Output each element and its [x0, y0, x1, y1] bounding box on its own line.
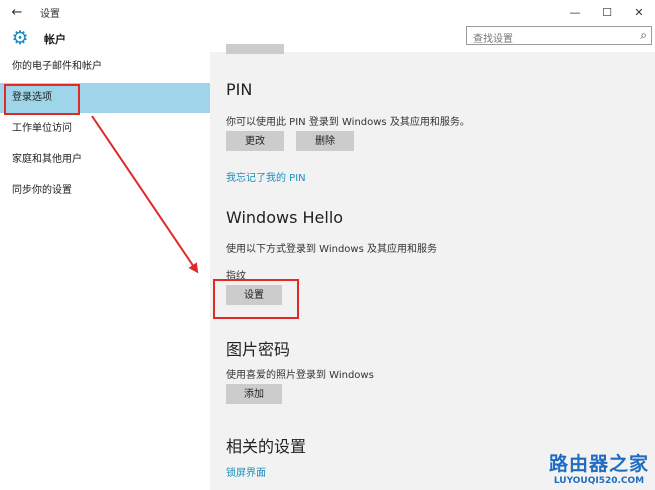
watermark-text-en: LUYOUQI520.COM [553, 476, 645, 486]
watermark-text-cn: 路由器之家 [548, 453, 649, 475]
arrow-line [91, 115, 199, 274]
annotation-arrow [91, 115, 199, 274]
watermark-logo: 路由器之家 LUYOUQI520.COM [549, 449, 649, 486]
